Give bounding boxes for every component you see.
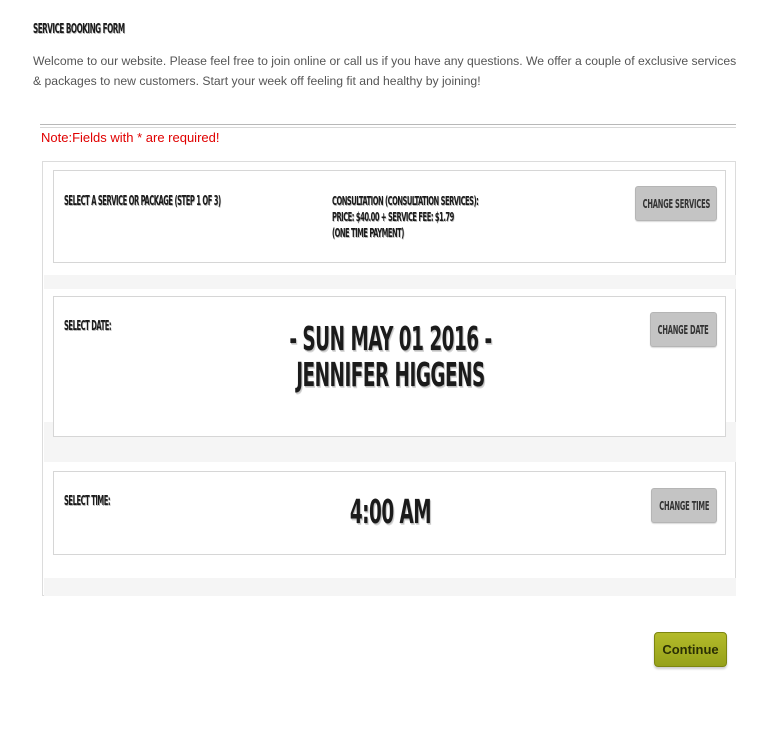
service-label: SELECT A SERVICE OR PACKAGE (STEP 1 OF 3…	[64, 194, 221, 209]
change-time-label: CHANGE TIME	[659, 498, 709, 513]
service-name: CONSULTATION (CONSULTATION SERVICES):	[332, 193, 479, 208]
required-fields-note: Note:Fields with * are required!	[41, 130, 220, 145]
page-title: SERVICE BOOKING FORM	[33, 22, 125, 37]
service-price: PRICE: $40.00 + SERVICE FEE: $1.79	[332, 209, 454, 224]
section-separator	[44, 275, 736, 289]
intro-text: Welcome to our website. Please feel free…	[33, 54, 737, 88]
continue-button[interactable]: Continue	[654, 632, 727, 667]
divider	[40, 124, 736, 128]
service-details: CONSULTATION (CONSULTATION SERVICES): PR…	[332, 193, 479, 241]
change-date-button[interactable]: CHANGE DATE	[650, 312, 717, 347]
staff-name: JENNIFER HIGGENS	[296, 355, 485, 394]
time-label: SELECT TIME:	[64, 494, 111, 509]
service-payment-type: (ONE TIME PAYMENT)	[332, 225, 404, 240]
section-separator	[44, 578, 736, 596]
date-value: - SUN MAY 01 2016 -	[289, 319, 492, 358]
service-section: SELECT A SERVICE OR PACKAGE (STEP 1 OF 3…	[53, 170, 726, 263]
time-section: SELECT TIME: 4:00 AM CHANGE TIME	[53, 471, 726, 555]
change-time-button[interactable]: CHANGE TIME	[651, 488, 717, 523]
date-section: SELECT DATE: - SUN MAY 01 2016 - JENNIFE…	[53, 296, 726, 437]
change-services-label: CHANGE SERVICES	[642, 196, 710, 211]
change-services-button[interactable]: CHANGE SERVICES	[635, 186, 717, 221]
change-date-label: CHANGE DATE	[658, 322, 709, 337]
booking-form: SELECT A SERVICE OR PACKAGE (STEP 1 OF 3…	[42, 161, 736, 596]
selected-date: - SUN MAY 01 2016 - JENNIFER HIGGENS	[182, 321, 599, 393]
selected-time: 4:00 AM	[349, 492, 432, 531]
date-label: SELECT DATE:	[64, 319, 112, 334]
